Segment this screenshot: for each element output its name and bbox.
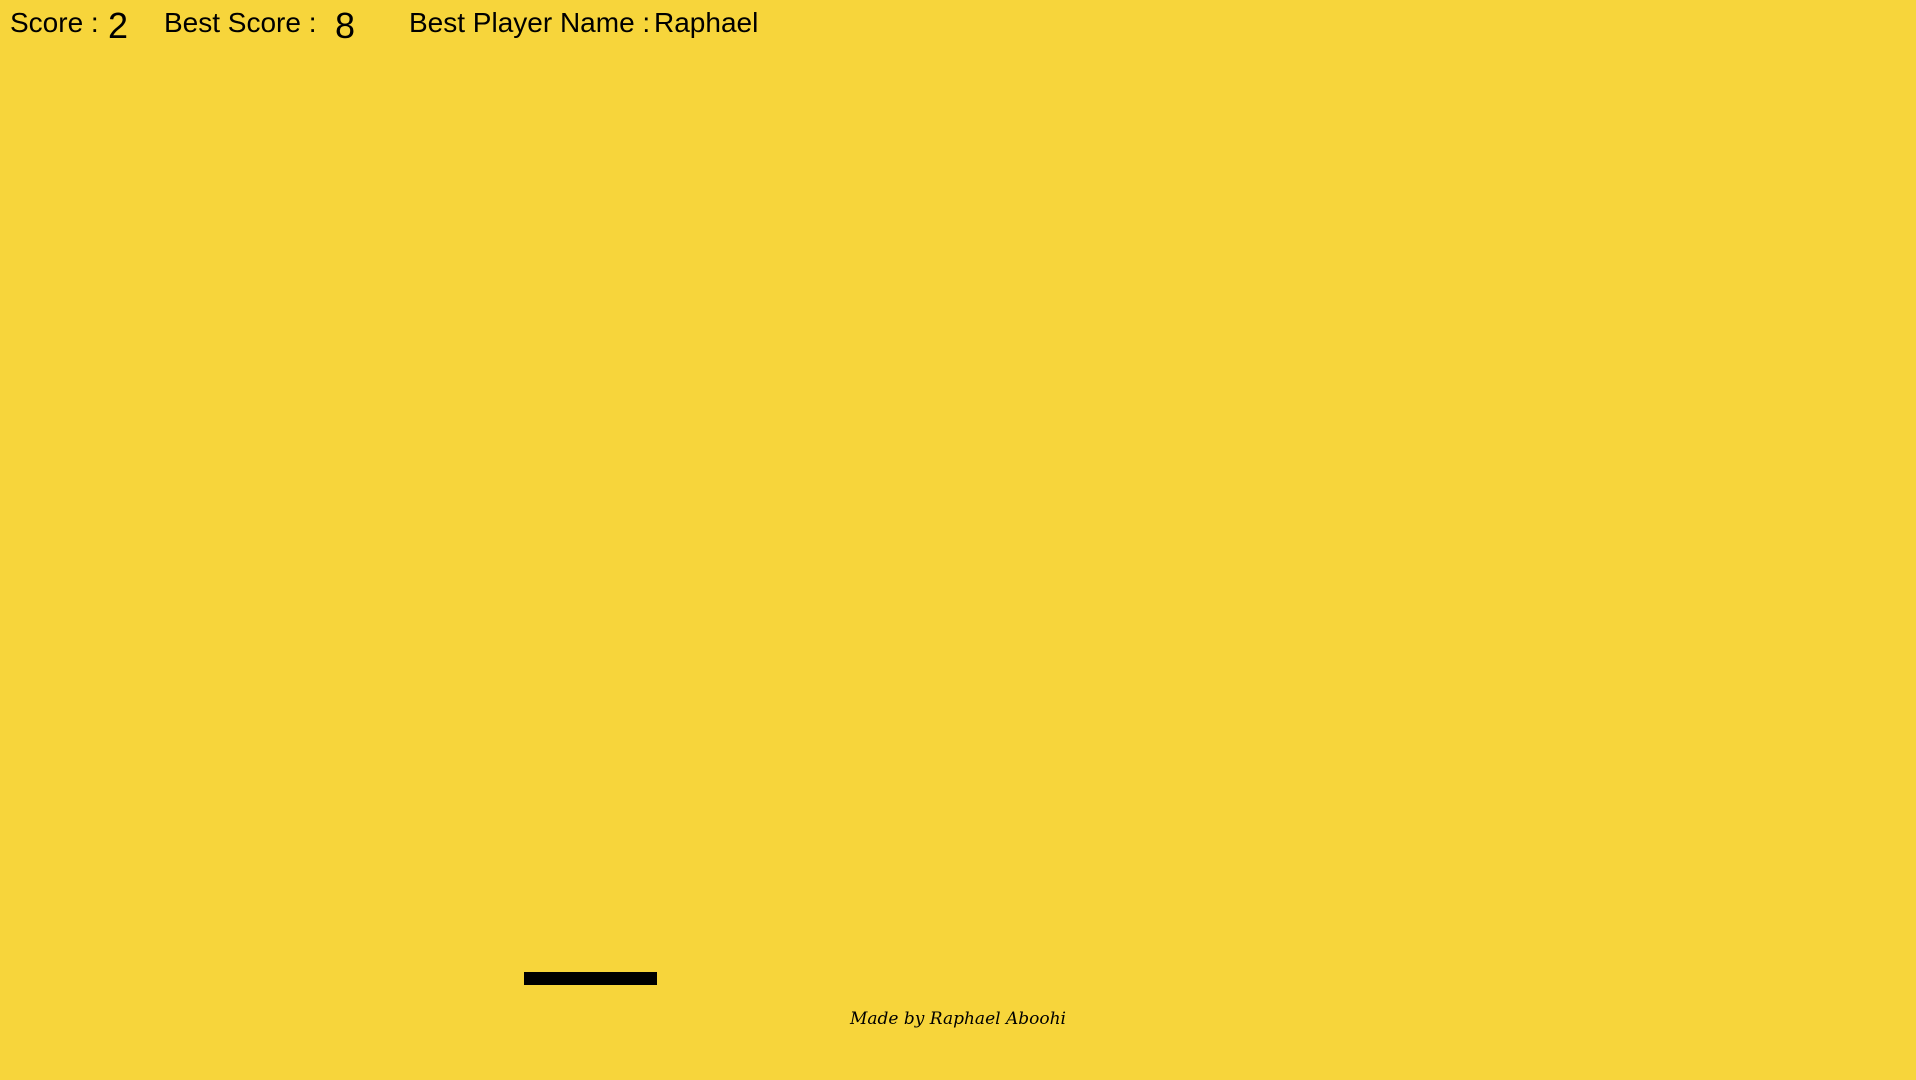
score-value: 2 <box>108 5 129 46</box>
best-player-label: Best Player Name : <box>409 7 651 38</box>
best-score-value: 8 <box>335 5 356 46</box>
paddle[interactable] <box>524 972 657 985</box>
footer-credit: Made by Raphael Aboohi <box>850 1009 1066 1029</box>
score-label: Score : <box>10 7 99 38</box>
best-score-label: Best Score : <box>164 7 317 38</box>
best-player-name: Raphael <box>654 7 759 38</box>
scoreboard: Score : 2 Best Score : 8 Best Player Nam… <box>10 8 1010 48</box>
